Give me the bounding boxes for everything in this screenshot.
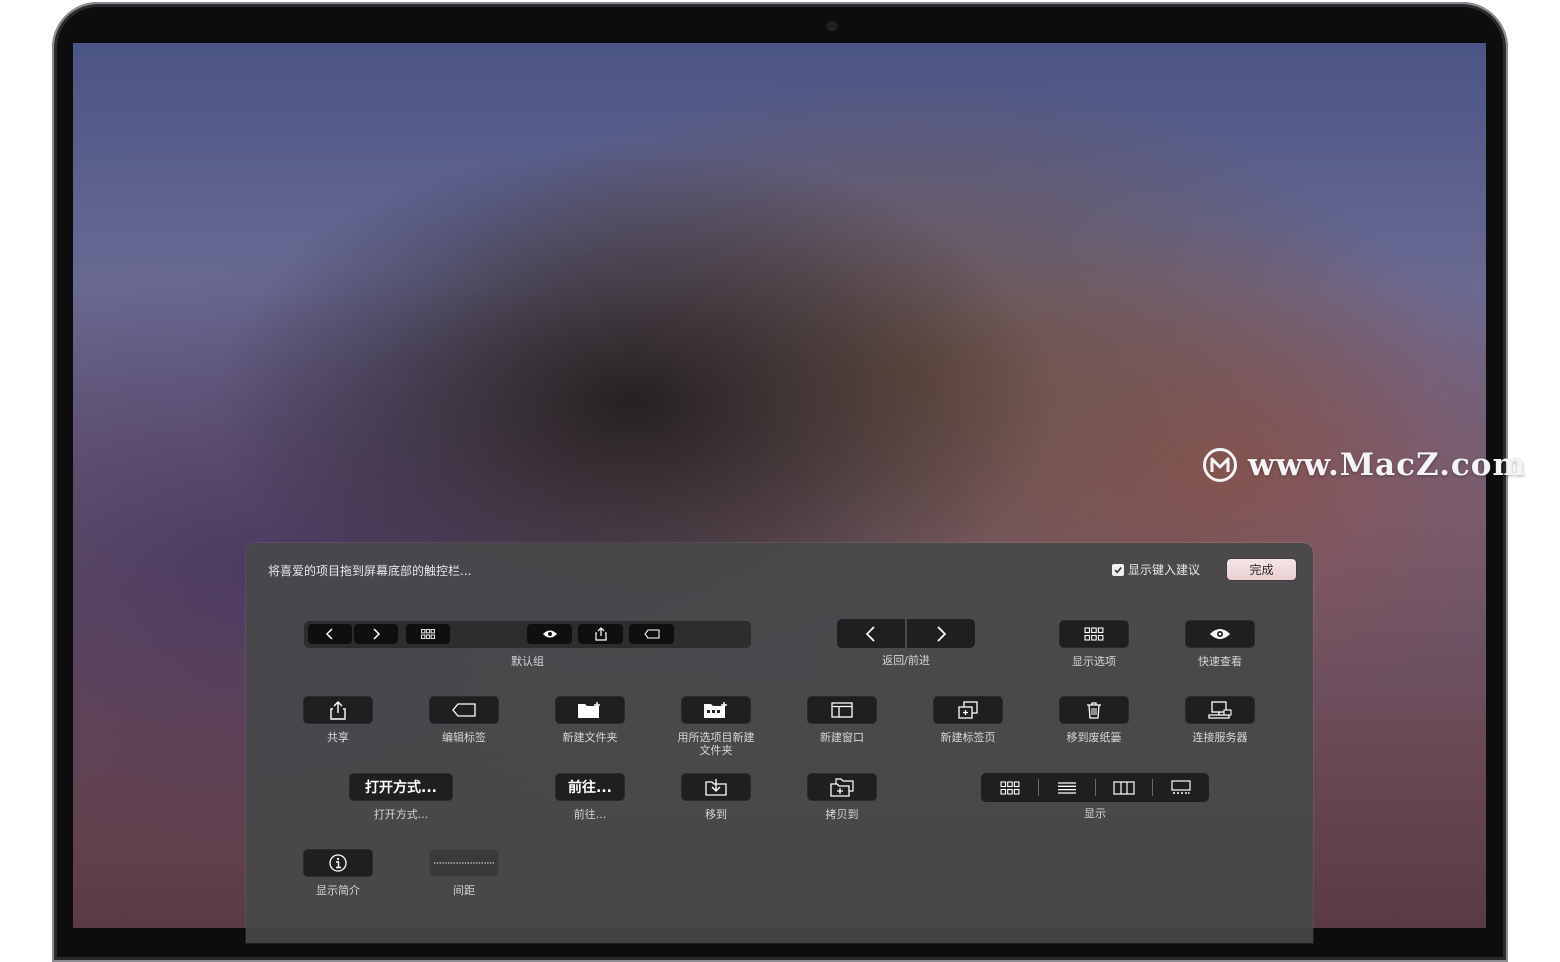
share-label: 共享 (327, 731, 349, 744)
go-to-button[interactable]: 前往... (555, 773, 625, 801)
new-tab-label: 新建标签页 (940, 731, 996, 744)
window-icon (831, 702, 853, 718)
get-info-label: 显示简介 (316, 884, 360, 897)
view-label: 显示 (1084, 807, 1106, 820)
spacing-button[interactable] (429, 849, 499, 877)
move-to-trash-label: 移到废纸篓 (1066, 731, 1122, 744)
move-to-trash-button[interactable] (1059, 696, 1129, 724)
checkbox-checked-icon[interactable] (1112, 563, 1124, 576)
move-to-folder-icon (705, 779, 727, 796)
camera-icon (828, 22, 836, 30)
default-group[interactable] (304, 621, 751, 648)
new-folder-with-selection-item[interactable]: 用所选项目新建文件夹 (666, 696, 766, 757)
open-with-button[interactable]: 打开方式... (349, 773, 453, 801)
new-folder-button[interactable] (555, 696, 625, 724)
connect-server-item[interactable]: 连接服务器 (1170, 696, 1270, 744)
share-icon (578, 624, 623, 644)
new-folder-label: 新建文件夹 (562, 731, 618, 744)
get-info-item[interactable]: 显示简介 (288, 849, 388, 897)
new-window-button[interactable] (807, 696, 877, 724)
edit-tags-button[interactable] (429, 696, 499, 724)
tag-icon (452, 703, 476, 717)
new-folder-icon (578, 702, 600, 718)
copy-to-item[interactable]: 拷贝到 (792, 773, 892, 821)
edit-tags-item[interactable]: 编辑标签 (414, 696, 514, 744)
edit-tags-label: 编辑标签 (442, 731, 486, 744)
back-forward-button[interactable] (837, 619, 975, 648)
new-folder-with-selection-icon (704, 702, 727, 718)
panel-prompt: 将喜爱的项目拖到屏幕底部的触控栏... (268, 564, 472, 578)
move-to-label: 移到 (705, 808, 727, 821)
connect-server-label: 连接服务器 (1192, 731, 1248, 744)
open-with-label: 打开方式... (373, 808, 429, 821)
share-button[interactable] (303, 696, 373, 724)
go-to-item[interactable]: 前往... 前往... (540, 773, 640, 821)
view-options-item[interactable]: 显示选项 (1044, 620, 1144, 668)
forward-chevron-icon (907, 619, 975, 648)
info-icon (329, 854, 347, 872)
share-icon (330, 700, 346, 720)
new-tab-item[interactable]: 新建标签页 (918, 696, 1018, 744)
grid-icon (1084, 627, 1104, 641)
customize-touch-bar-panel: 将喜爱的项目拖到屏幕底部的触控栏... 显示键入建议 完成 默认组 返回/前进 … (246, 543, 1313, 943)
tag-icon (629, 624, 674, 644)
move-to-trash-item[interactable]: 移到废纸篓 (1044, 696, 1144, 744)
new-folder-with-selection-label: 用所选项目新建文件夹 (677, 731, 755, 757)
quick-look-label: 快速查看 (1198, 655, 1242, 668)
copy-to-folder-icon (830, 777, 854, 797)
new-tab-icon (958, 701, 978, 719)
connect-server-icon (1208, 701, 1232, 719)
quick-look-button[interactable] (1185, 620, 1255, 648)
spacing-label: 间距 (453, 884, 475, 897)
back-icon (308, 624, 352, 644)
spacing-item[interactable]: 间距 (414, 849, 514, 897)
done-button[interactable]: 完成 (1227, 559, 1296, 580)
eye-icon (1210, 629, 1230, 639)
open-with-item[interactable]: 打开方式... 打开方式... (349, 773, 453, 821)
eye-icon (527, 624, 572, 644)
new-window-item[interactable]: 新建窗口 (792, 696, 892, 744)
macz-logo-icon (1203, 448, 1237, 482)
new-folder-item[interactable]: 新建文件夹 (540, 696, 640, 744)
list-view-icon[interactable] (1038, 773, 1095, 802)
view-mode-group[interactable] (981, 773, 1209, 802)
icon-view-icon[interactable] (981, 773, 1038, 802)
copy-to-label: 拷贝到 (825, 808, 859, 821)
trash-icon (1087, 702, 1101, 719)
watermark: www.MacZ.com (1202, 446, 1526, 484)
gallery-view-icon[interactable] (1152, 773, 1209, 802)
connect-server-button[interactable] (1185, 696, 1255, 724)
show-typing-suggestions[interactable]: 显示键入建议 (1112, 561, 1200, 578)
dotted-line-icon (434, 862, 494, 864)
back-chevron-icon (837, 619, 905, 648)
get-info-button[interactable] (303, 849, 373, 877)
forward-icon (354, 624, 398, 644)
column-view-icon[interactable] (1095, 773, 1152, 802)
copy-to-button[interactable] (807, 773, 877, 801)
back-forward-label: 返回/前进 (882, 654, 930, 667)
move-to-item[interactable]: 移到 (666, 773, 766, 821)
grid-view-icon (406, 624, 450, 644)
quick-look-item[interactable]: 快速查看 (1170, 620, 1270, 668)
share-item[interactable]: 共享 (288, 696, 388, 744)
default-group-label: 默认组 (511, 655, 544, 668)
new-folder-with-selection-button[interactable] (681, 696, 751, 724)
show-typing-suggestions-label: 显示键入建议 (1128, 563, 1201, 577)
go-to-label: 前往... (573, 808, 607, 821)
view-options-label: 显示选项 (1072, 655, 1116, 668)
new-tab-button[interactable] (933, 696, 1003, 724)
move-to-button[interactable] (681, 773, 751, 801)
watermark-text: www.MacZ.com (1248, 447, 1527, 483)
view-options-button[interactable] (1059, 620, 1129, 648)
new-window-label: 新建窗口 (820, 731, 864, 744)
